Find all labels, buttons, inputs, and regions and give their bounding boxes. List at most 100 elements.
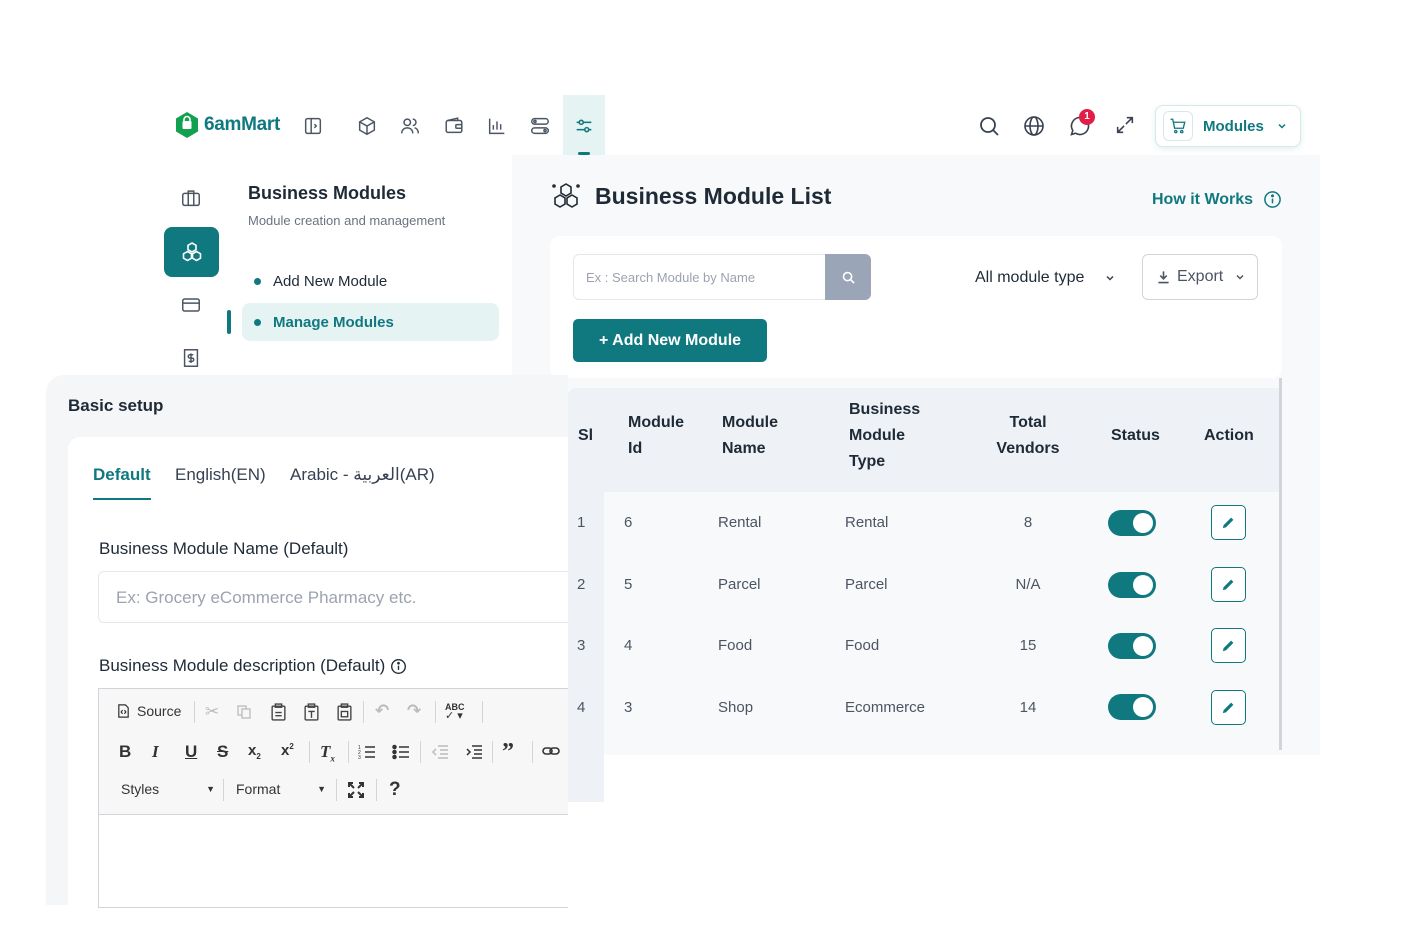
tab-default[interactable]: Default bbox=[93, 465, 151, 485]
header-line: Module bbox=[722, 414, 778, 431]
modules-label: Modules bbox=[1203, 117, 1264, 135]
module-type-value: All module type bbox=[975, 269, 1085, 286]
table-row: 2 5 Parcel Parcel N/A bbox=[567, 554, 1279, 616]
logo-hexagon-icon bbox=[176, 112, 198, 138]
header-line: Name bbox=[722, 440, 766, 457]
modules-dropdown[interactable]: Modules bbox=[1155, 105, 1301, 147]
route-icon[interactable] bbox=[529, 115, 551, 137]
submenu-item-manage-modules[interactable]: Manage Modules bbox=[242, 303, 499, 341]
superscript-icon[interactable]: x2 bbox=[281, 742, 294, 759]
page-title: Business Module List bbox=[595, 183, 832, 209]
status-toggle[interactable] bbox=[1108, 510, 1156, 536]
styles-dropdown[interactable]: Styles ▼ bbox=[121, 781, 215, 797]
subscript-icon[interactable]: x2 bbox=[248, 742, 261, 761]
toolbar-separator bbox=[336, 779, 337, 801]
cell-sl: 3 bbox=[577, 637, 586, 654]
bullet-dot bbox=[254, 318, 261, 326]
help-icon[interactable]: ? bbox=[389, 779, 401, 801]
add-new-module-button[interactable]: + Add New Module bbox=[573, 319, 767, 362]
underline-icon[interactable]: U bbox=[185, 742, 197, 762]
styles-label: Styles bbox=[121, 781, 160, 797]
pencil-icon bbox=[1222, 517, 1234, 529]
table-row: 1 6 Rental Rental 8 bbox=[567, 492, 1279, 554]
download-icon bbox=[1158, 271, 1169, 284]
header-action: Action bbox=[1204, 427, 1254, 444]
chevron-down-icon bbox=[1106, 275, 1114, 281]
undo-icon[interactable]: ↶ bbox=[375, 701, 389, 721]
briefcase-icon[interactable] bbox=[180, 187, 202, 209]
paste-text-icon[interactable] bbox=[303, 703, 320, 721]
basic-setup-title: Basic setup bbox=[68, 396, 164, 415]
sidebar-toggle-icon[interactable] bbox=[302, 115, 324, 137]
bullet-list-icon[interactable] bbox=[392, 744, 410, 760]
search-button[interactable] bbox=[825, 254, 871, 300]
info-circle-icon[interactable] bbox=[390, 658, 407, 675]
edit-button[interactable] bbox=[1211, 505, 1246, 540]
submenu-description: Module creation and management bbox=[248, 213, 446, 228]
maximize-icon[interactable] bbox=[347, 781, 365, 799]
format-dropdown[interactable]: Format ▼ bbox=[236, 781, 326, 797]
italic-icon[interactable]: I bbox=[152, 742, 159, 762]
copy-icon[interactable] bbox=[236, 704, 252, 720]
tab-english[interactable]: English(EN) bbox=[175, 465, 266, 485]
edit-button[interactable] bbox=[1211, 690, 1246, 725]
remove-format-icon[interactable]: Tx bbox=[320, 742, 335, 763]
header-line: Vendors bbox=[996, 440, 1060, 457]
toggle-knob bbox=[1133, 575, 1153, 595]
module-name-input[interactable]: Ex: Grocery eCommerce Pharmacy etc. bbox=[98, 571, 568, 623]
expand-icon[interactable] bbox=[1114, 114, 1136, 136]
globe-icon[interactable] bbox=[1022, 114, 1046, 138]
info-circle-icon bbox=[1264, 191, 1281, 208]
rail-item-modules[interactable] bbox=[164, 227, 219, 277]
cut-icon[interactable]: ✂ bbox=[205, 702, 219, 722]
status-toggle[interactable] bbox=[1108, 633, 1156, 659]
toolbar-separator bbox=[194, 701, 195, 723]
strikethrough-icon[interactable]: S bbox=[217, 742, 228, 762]
redo-icon[interactable]: ↷ bbox=[407, 701, 421, 721]
how-it-works-link[interactable]: How it Works bbox=[1152, 190, 1282, 209]
blockquote-icon[interactable]: ” bbox=[502, 739, 514, 766]
submenu-item-label: Manage Modules bbox=[273, 313, 394, 331]
modules-icon bbox=[182, 242, 201, 262]
bold-icon[interactable]: B bbox=[119, 742, 131, 762]
status-toggle[interactable] bbox=[1108, 572, 1156, 598]
edit-button[interactable] bbox=[1211, 628, 1246, 663]
caret-down-icon: ▼ bbox=[206, 784, 215, 794]
paste-icon[interactable] bbox=[270, 703, 287, 721]
tab-active-underline bbox=[93, 498, 151, 500]
cell-sl: 2 bbox=[577, 576, 586, 593]
header-status: Status bbox=[1111, 427, 1160, 444]
toolbar-separator bbox=[376, 779, 377, 801]
cell-module-name: Food bbox=[718, 637, 753, 654]
cube-icon[interactable] bbox=[356, 115, 378, 137]
status-toggle[interactable] bbox=[1108, 694, 1156, 720]
numbered-list-icon[interactable]: 123 bbox=[358, 744, 376, 760]
tab-arabic[interactable]: Arabic - العربية(AR) bbox=[290, 465, 435, 485]
module-type-select[interactable]: All module type bbox=[955, 255, 1127, 301]
spellcheck-icon[interactable]: ABC ✓ ▾ bbox=[445, 703, 465, 722]
cell-module-id: 5 bbox=[624, 576, 633, 593]
indent-icon[interactable] bbox=[465, 744, 483, 760]
edit-button[interactable] bbox=[1211, 567, 1246, 602]
pencil-icon bbox=[1222, 702, 1234, 714]
brand-logo[interactable]: 6amMart bbox=[174, 111, 280, 139]
submenu-item-add-module[interactable]: Add New Module bbox=[254, 273, 387, 290]
bar-chart-icon[interactable] bbox=[486, 115, 508, 137]
wallet-icon[interactable] bbox=[443, 115, 465, 137]
link-icon[interactable] bbox=[542, 745, 560, 757]
source-button[interactable]: Source bbox=[116, 703, 181, 719]
search-icon[interactable] bbox=[977, 114, 1001, 138]
paste-word-icon[interactable] bbox=[336, 703, 353, 721]
dollar-receipt-icon[interactable] bbox=[180, 347, 202, 369]
settings-sliders-icon[interactable] bbox=[573, 115, 595, 137]
users-icon[interactable] bbox=[399, 115, 421, 137]
scrollbar[interactable] bbox=[1279, 378, 1282, 750]
table-row: 4 3 Shop Ecommerce 14 bbox=[567, 677, 1279, 739]
search-input[interactable]: Ex : Search Module by Name bbox=[573, 254, 825, 300]
export-button[interactable]: Export bbox=[1142, 254, 1258, 300]
credit-card-icon[interactable] bbox=[180, 294, 202, 316]
outdent-icon[interactable] bbox=[431, 744, 449, 760]
cell-sl: 1 bbox=[577, 514, 586, 531]
cell-module-id: 3 bbox=[624, 699, 633, 716]
toolbar-separator bbox=[435, 701, 436, 723]
